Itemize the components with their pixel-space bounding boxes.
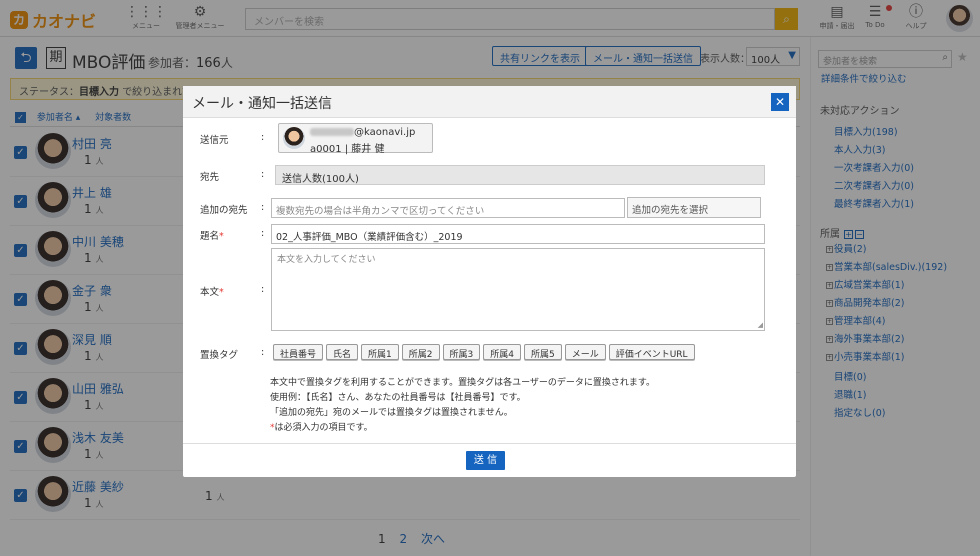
extra-to-colon: : — [261, 202, 265, 213]
body-placeholder: 本文を入力してください — [277, 255, 376, 265]
replacement-tags: 社員番号 氏名 所属1 所属2 所属3 所属4 所属5 メール 評価イベントURL — [273, 344, 695, 360]
subject-input[interactable]: 02_人事評価_MBO（業績評価含む）_2019 — [271, 224, 765, 244]
replacement-tag-button[interactable]: 所属4 — [483, 344, 521, 360]
blurred-email-user — [310, 128, 354, 136]
close-button[interactable]: ✕ — [771, 93, 789, 111]
subject-label: 題名* — [200, 228, 224, 242]
replacement-tag-button[interactable]: 所属1 — [361, 344, 399, 360]
tags-colon: : — [261, 347, 265, 358]
to-colon: : — [261, 169, 265, 180]
tags-note-3: 「追加の宛先」宛のメールでは置換タグは置換されません。 — [270, 408, 513, 418]
recipients-field: 送信人数(100人) — [275, 165, 765, 185]
replacement-tag-button[interactable]: 所属5 — [523, 344, 562, 360]
required-mark: * — [219, 231, 224, 242]
body-colon: : — [261, 284, 265, 295]
send-button[interactable]: 送 信 — [466, 451, 505, 470]
extra-recipients-select-button[interactable]: 追加の宛先を選択 — [627, 197, 761, 218]
body-label-text: 本文 — [200, 287, 220, 298]
body-label: 本文* — [200, 284, 224, 298]
required-note-text: は必須入力の項目です。 — [274, 423, 373, 433]
sender-email: @kaonavi.jp — [310, 127, 415, 138]
subject-label-text: 題名 — [200, 231, 220, 242]
close-icon: ✕ — [774, 95, 786, 109]
subject-colon: : — [261, 228, 265, 239]
tags-label: 置換タグ — [200, 350, 239, 361]
sender-card: @kaonavi.jp a0001 | 藤井 健 — [278, 123, 433, 155]
extra-recipients-input[interactable]: 複数宛先の場合は半角カンマで区切ってください — [271, 198, 625, 218]
tags-note-2: 使用例：【氏名】さん、あなたの社員番号は【社員番号】です。 — [270, 393, 526, 403]
extra-to-label: 追加の宛先 — [200, 205, 248, 216]
replacement-tag-button[interactable]: 所属3 — [442, 344, 481, 360]
required-mark: * — [219, 287, 224, 298]
from-colon: : — [261, 132, 265, 143]
dialog-header: メール・通知一括送信 ✕ — [183, 86, 796, 118]
replacement-tag-button[interactable]: 社員番号 — [273, 344, 324, 360]
sender-email-domain: @kaonavi.jp — [354, 127, 416, 138]
replacement-tag-button[interactable]: 評価イベントURL — [608, 344, 695, 360]
dialog-footer-divider — [183, 443, 796, 444]
replacement-tag-button[interactable]: 氏名 — [326, 344, 359, 360]
sender-user: a0001 | 藤井 健 — [310, 144, 385, 155]
bulk-mail-dialog: メール・通知一括送信 ✕ 送信元 : @kaonavi.jp a0001 | 藤… — [183, 86, 796, 477]
body-textarea[interactable]: 本文を入力してください ◢ — [271, 248, 765, 331]
to-label: 宛先 — [200, 172, 220, 183]
from-label: 送信元 — [200, 135, 229, 146]
replacement-tag-button[interactable]: 所属2 — [401, 344, 440, 360]
required-note: *は必須入力の項目です。 — [270, 420, 373, 433]
resize-grip-icon[interactable]: ◢ — [758, 321, 763, 329]
dialog-title: メール・通知一括送信 — [192, 96, 332, 112]
tags-note-1: 本文中で置換タグを利用することができます。置換タグは各ユーザーのデータに置換され… — [270, 378, 656, 388]
sender-avatar — [283, 127, 305, 149]
replacement-tag-button[interactable]: メール — [564, 344, 606, 360]
